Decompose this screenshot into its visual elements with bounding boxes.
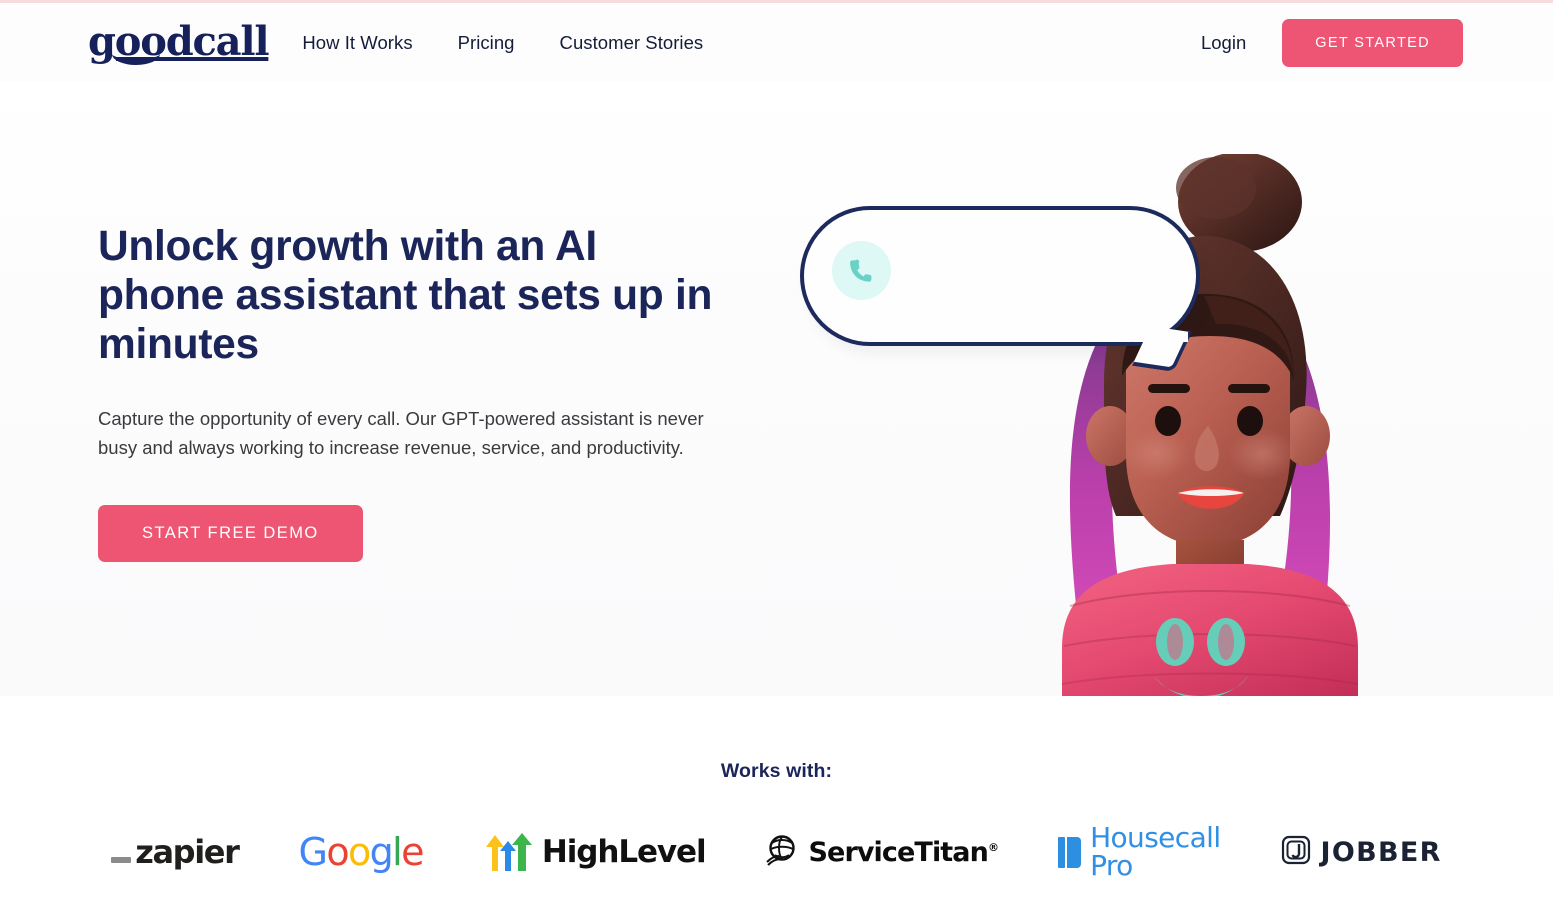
servicetitan-mark-icon: [765, 834, 799, 871]
works-with-section: Works with: zapier Google HighLevel Serv…: [0, 696, 1553, 916]
jobber-mark-icon: [1281, 835, 1311, 870]
start-free-demo-button[interactable]: START FREE DEMO: [98, 505, 363, 562]
phone-icon: [832, 241, 891, 300]
hero-title: Unlock growth with an AI phone assistant…: [98, 223, 713, 368]
highlevel-wordmark: HighLevel: [541, 833, 707, 870]
main-nav: How It Works Pricing Customer Stories: [302, 32, 703, 54]
nav-item-customer-stories[interactable]: Customer Stories: [560, 32, 704, 54]
hero-copy: Unlock growth with an AI phone assistant…: [98, 222, 758, 562]
jobber-wordmark: JOBBER: [1320, 836, 1442, 868]
header-actions: Login GET STARTED: [1201, 18, 1463, 67]
zapier-dash-icon: [111, 857, 132, 863]
nav-item-pricing[interactable]: Pricing: [458, 32, 515, 54]
servicetitan-wordmark: ServiceTitan®: [808, 839, 998, 866]
google-wordmark: Google: [298, 830, 424, 874]
servicetitan-label: ServiceTitan: [808, 836, 988, 868]
highlevel-arrows-icon: [483, 833, 535, 871]
speech-bubble: [800, 206, 1200, 372]
hero-subtitle: Capture the opportunity of every call. O…: [98, 408, 704, 458]
zapier-wordmark: zapier: [135, 833, 240, 871]
google-letter-g2: g: [369, 830, 394, 874]
page-root: goodcall How It Works Pricing Customer S…: [0, 0, 1553, 916]
get-started-button[interactable]: GET STARTED: [1282, 18, 1463, 67]
partner-logo-jobber: JOBBER: [1281, 829, 1442, 875]
brand-logo[interactable]: goodcall: [88, 21, 270, 65]
login-link[interactable]: Login: [1201, 32, 1246, 54]
google-letter-o2: o: [347, 830, 371, 874]
google-letter-l: l: [392, 830, 403, 874]
works-with-title: Works with:: [720, 760, 833, 782]
partner-logo-housecallpro: Housecall Pro: [1058, 824, 1221, 880]
site-header: goodcall How It Works Pricing Customer S…: [0, 3, 1553, 82]
speech-bubble-text: [910, 210, 1162, 342]
nav-item-how-it-works[interactable]: How It Works: [302, 32, 412, 54]
partner-logo-row: zapier Google HighLevel ServiceTitan® Ho…: [0, 824, 1553, 880]
hero-illustration: [760, 82, 1553, 696]
speech-bubble-tail-mask: [1132, 332, 1188, 342]
partner-logo-google: Google: [298, 829, 424, 875]
hero-section: Unlock growth with an AI phone assistant…: [0, 82, 1553, 696]
partner-logo-highlevel: HighLevel: [483, 829, 707, 875]
partner-logo-servicetitan: ServiceTitan®: [765, 829, 999, 875]
google-letter-g: G: [298, 830, 327, 874]
google-letter-e: e: [401, 830, 424, 874]
brand-logo-text: goodcall: [88, 17, 270, 65]
google-letter-o1: o: [326, 830, 349, 874]
servicetitan-tm: ®: [987, 840, 999, 854]
housecallpro-mark-icon: [1058, 836, 1082, 868]
housecallpro-wordmark: Housecall Pro: [1090, 821, 1221, 882]
partner-logo-zapier: zapier: [111, 829, 240, 875]
